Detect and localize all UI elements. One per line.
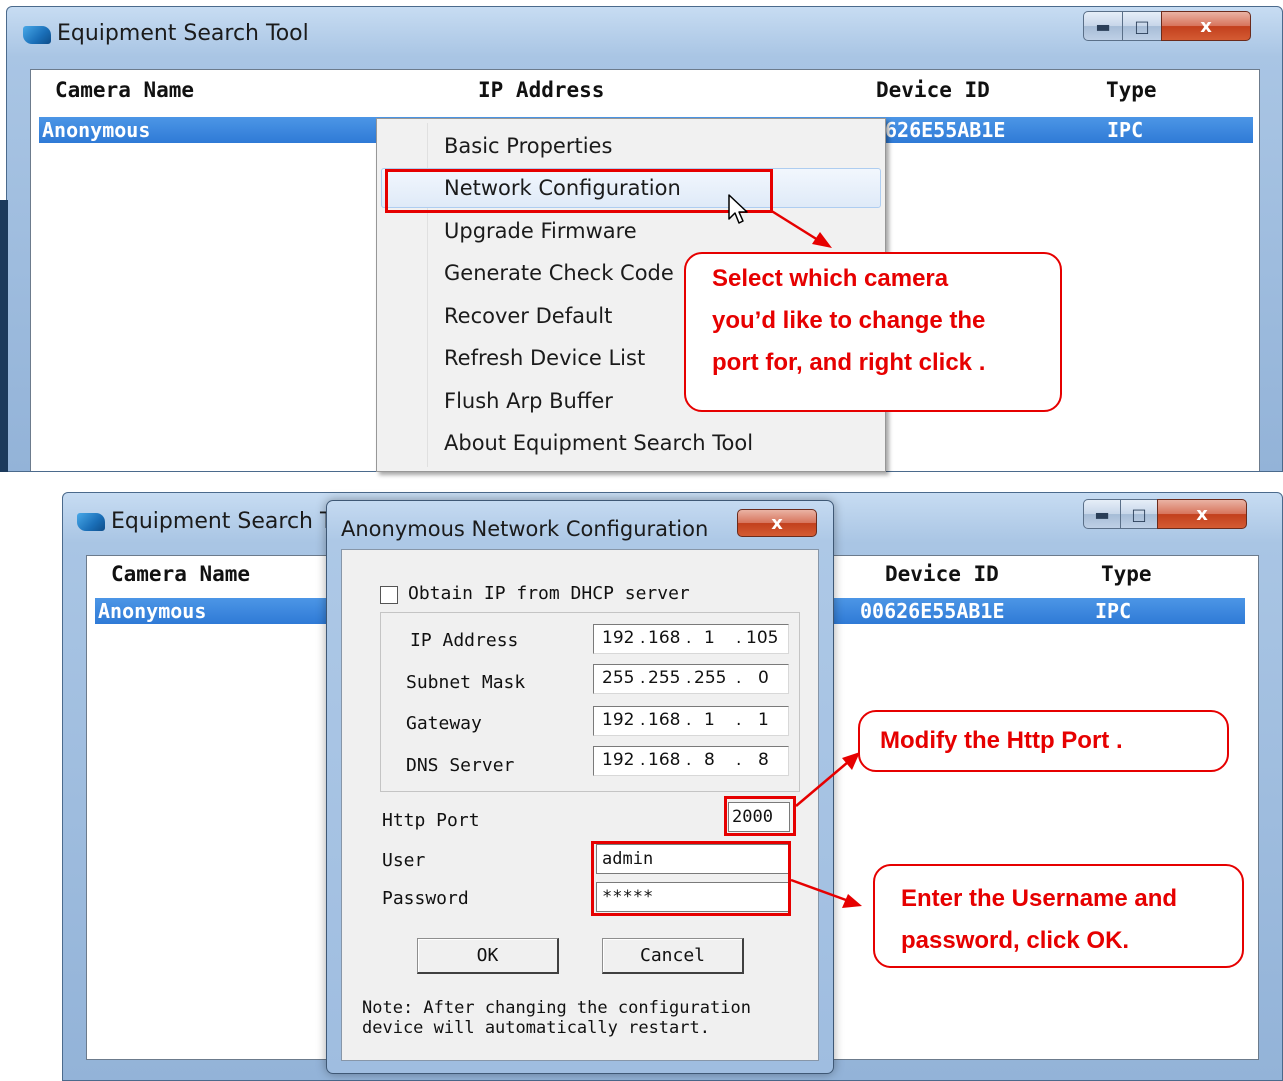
gateway-field[interactable]: 192 . 168 . 1 . 1 [593,706,789,736]
dhcp-label: Obtain IP from DHCP server [408,583,690,604]
octet: 1 [704,628,715,648]
app-icon [77,513,105,531]
highlight-box-network-configuration [385,169,773,213]
column-header-camera-name[interactable]: Camera Name [55,78,194,102]
octet-dot: . [736,710,742,730]
octet: 168 [648,628,681,648]
octet: 255 [648,668,681,688]
column-header-device-id[interactable]: Device ID [876,78,990,102]
octet: 8 [704,750,715,770]
password-label: Password [382,888,469,909]
column-header-device-id[interactable]: Device ID [885,562,999,586]
octet: 192 [602,750,635,770]
cell-device-id: 00626E55AB1E [860,599,1005,623]
callout-line: Select which camera [712,265,949,292]
menu-item-about[interactable]: About Equipment Search Tool [381,423,881,463]
octet: 1 [758,710,769,730]
octet-dot: . [640,750,646,770]
octet: 168 [648,750,681,770]
highlight-box-credentials [591,841,791,916]
octet: 0 [758,668,769,688]
octet: 192 [602,710,635,730]
octet: 105 [746,628,779,648]
minimize-button[interactable]: ▬ [1083,11,1123,41]
cell-type: IPC [1095,599,1132,623]
menu-item-upgrade-firmware[interactable]: Upgrade Firmware [381,211,881,251]
close-button[interactable]: x [1157,499,1247,529]
cell-device-id: 626E55AB1E [885,118,1006,142]
column-header-type[interactable]: Type [1101,562,1152,586]
octet-dot: . [640,710,646,730]
subnet-mask-field[interactable]: 255 . 255 . 255 . 0 [593,664,789,694]
octet-dot: . [640,668,646,688]
close-button[interactable]: x [1161,11,1251,41]
http-port-label: Http Port [382,810,480,831]
callout-line: Enter the Username and [901,885,1178,912]
note-line-2: device will automatically restart. [362,1018,710,1038]
note-line-1: Note: After changing the configuration [362,998,751,1018]
octet-dot: . [686,628,692,648]
octet: 168 [648,710,681,730]
ip-address-label: IP Address [410,630,519,651]
callout-select-camera: Select which camera you’d like to change… [684,252,1062,412]
cell-type: IPC [1107,118,1144,142]
octet-dot: . [640,628,646,648]
callout-modify-http-port: Modify the Http Port . [858,710,1229,772]
callout-line: Modify the Http Port . [880,727,1123,754]
octet: 255 [602,668,635,688]
window-title: Equipment Search Tool [57,21,309,46]
ok-button[interactable]: OK [417,938,559,974]
callout-enter-credentials: Enter the Username and password, click O… [873,864,1244,968]
octet-dot: . [736,628,742,648]
titlebar[interactable]: Equipment Search Tool ▬ □ x [7,7,1282,57]
subnet-mask-label: Subnet Mask [406,672,526,693]
octet: 255 [694,668,727,688]
dhcp-checkbox[interactable] [380,586,398,604]
gateway-label: Gateway [406,713,482,734]
callout-line: password, click OK. [901,927,1130,954]
octet-dot: . [686,750,692,770]
octet: 192 [602,628,635,648]
user-label: User [382,850,426,871]
dns-server-label: DNS Server [406,755,515,776]
app-icon [23,26,51,44]
octet-dot: . [736,668,742,688]
minimize-button[interactable]: ▬ [1083,499,1121,529]
cell-camera-name: Anonymous [98,599,207,623]
callout-line: you’d like to change the [712,307,986,334]
ip-address-field[interactable]: 192 . 168 . 1 . 105 [593,624,789,654]
octet: 1 [704,710,715,730]
maximize-button[interactable]: □ [1122,11,1162,41]
window-edge [0,200,8,472]
octet-dot: . [736,750,742,770]
cancel-button[interactable]: Cancel [602,938,744,974]
cell-camera-name: Anonymous [42,118,151,142]
mouse-cursor-icon [728,194,748,224]
column-header-camera-name[interactable]: Camera Name [111,562,250,586]
callout-line: port for, and right click . [712,349,986,376]
maximize-button[interactable]: □ [1120,499,1158,529]
dialog-close-button[interactable]: x [737,509,817,537]
octet-dot: . [686,668,692,688]
dialog-title: Anonymous Network Configuration [341,517,709,541]
column-header-ip-address[interactable]: IP Address [478,78,604,102]
menu-item-basic-properties[interactable]: Basic Properties [381,126,881,166]
octet: 8 [758,750,769,770]
octet-dot: . [686,710,692,730]
network-configuration-dialog: Anonymous Network Configuration x Obtain… [326,500,834,1074]
highlight-box-http-port [724,796,796,836]
column-header-type[interactable]: Type [1106,78,1157,102]
dns-server-field[interactable]: 192 . 168 . 8 . 8 [593,746,789,776]
window-title: Equipment Search To [111,509,344,534]
